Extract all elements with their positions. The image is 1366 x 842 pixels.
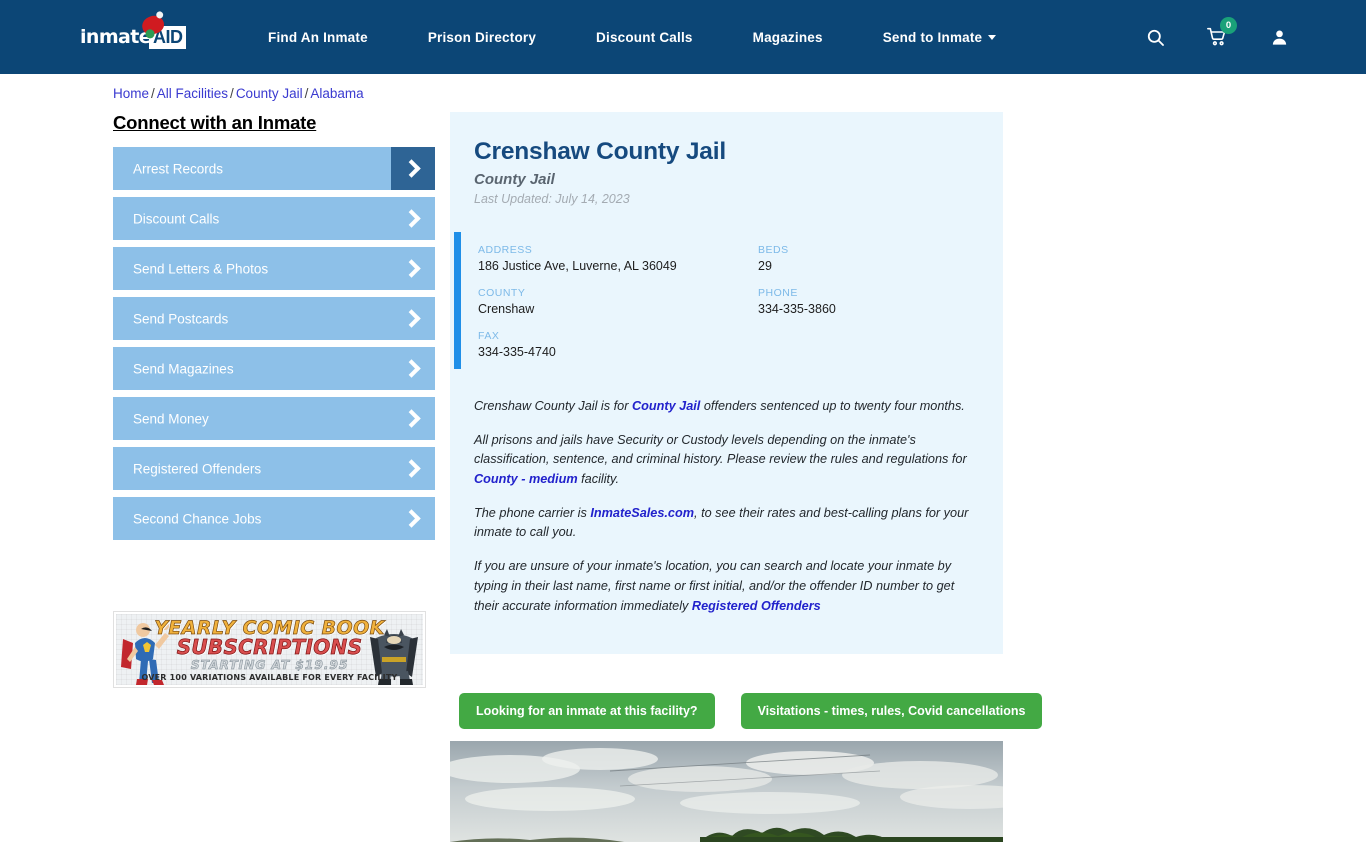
- site-header: inmate AID Find An Inmate Prison Director…: [0, 0, 1366, 74]
- main-content: Crenshaw County Jail County Jail Last Up…: [450, 112, 1003, 655]
- nav-item-find-an-inmate[interactable]: Find An Inmate: [268, 30, 368, 45]
- visitations-button[interactable]: Visitations - times, rules, Covid cancel…: [740, 693, 1043, 729]
- header-icon-group: 0: [1140, 17, 1294, 52]
- info-value: Crenshaw: [478, 302, 535, 316]
- sidebar-item-discount-calls[interactable]: Discount Calls: [113, 197, 435, 240]
- accent-bar: [454, 232, 461, 369]
- info-label: BEDS: [758, 244, 789, 256]
- info-label: COUNTY: [478, 287, 526, 299]
- user-account-icon[interactable]: [1264, 22, 1294, 52]
- chevron-right-icon: [391, 497, 435, 540]
- nav-label: Find An Inmate: [268, 29, 368, 45]
- description-paragraph: The phone carrier is InmateSales.com, to…: [474, 505, 969, 540]
- chevron-right-icon: [391, 147, 435, 190]
- facility-type: County Jail: [474, 171, 555, 188]
- sidebar-item-registered-offenders[interactable]: Registered Offenders: [113, 447, 435, 490]
- sidebar-title: Connect with an Inmate: [113, 112, 317, 133]
- chevron-right-icon: [391, 247, 435, 290]
- sidebar-item-send-letters-photos[interactable]: Send Letters & Photos: [113, 247, 435, 290]
- cart-count-badge: 0: [1220, 17, 1237, 34]
- sidebar-item-arrest-records[interactable]: Arrest Records: [113, 147, 435, 190]
- nav-item-send-to-inmate[interactable]: Send to Inmate: [883, 30, 997, 45]
- facility-card: Crenshaw County Jail County Jail Last Up…: [450, 112, 1003, 655]
- breadcrumb-item-alabama[interactable]: Alabama: [310, 86, 363, 101]
- facility-info-grid: ADDRESS 186 Justice Ave, Luverne, AL 360…: [478, 244, 1003, 373]
- chevron-right-icon: [391, 397, 435, 440]
- info-value: 29: [758, 259, 772, 273]
- page-body: Home / All Facilities / County Jail / Alabama …: [0, 74, 1366, 842]
- ad-background: YEARLY COMIC BOOK SUBSCRIPTIONS STARTING…: [116, 614, 423, 685]
- sidebar: Connect with an Inmate Arrest Records Di…: [113, 112, 435, 547]
- logo-word-inmate: inmate: [80, 25, 152, 48]
- inline-link[interactable]: County - medium: [474, 472, 578, 486]
- search-icon[interactable]: [1140, 22, 1170, 52]
- sidebar-item-second-chance-jobs[interactable]: Second Chance Jobs: [113, 497, 435, 540]
- inline-link[interactable]: County Jail: [632, 399, 700, 413]
- breadcrumb: Home / All Facilities / County Jail / Alabama: [113, 86, 364, 101]
- breadcrumb-item-home[interactable]: Home: [113, 86, 149, 101]
- ad-headline-line2: SUBSCRIPTIONS: [176, 635, 363, 660]
- sidebar-item-label: Send Postcards: [133, 311, 229, 326]
- breadcrumb-item-county-jail[interactable]: County Jail: [236, 86, 303, 101]
- inline-link[interactable]: InmateSales.com: [590, 506, 694, 520]
- info-value: 334-335-3860: [758, 302, 836, 316]
- sidebar-item-label: Discount Calls: [133, 211, 220, 226]
- main-navigation: Find An Inmate Prison Directory Discount…: [268, 30, 997, 45]
- breadcrumb-separator: /: [151, 86, 155, 101]
- nav-item-magazines[interactable]: Magazines: [753, 30, 823, 45]
- nav-label: Discount Calls: [596, 29, 693, 45]
- info-label: ADDRESS: [478, 244, 533, 256]
- ad-subtext-line: OVER 100 VARIATIONS AVAILABLE FOR EVERY …: [141, 673, 398, 682]
- sidebar-item-label: Send Money: [133, 411, 209, 426]
- info-value: 186 Justice Ave, Luverne, AL 36049: [478, 259, 677, 273]
- info-cell-fax: FAX 334-335-4740: [478, 330, 758, 359]
- chevron-right-icon: [391, 447, 435, 490]
- facility-info-block: ADDRESS 186 Justice Ave, Luverne, AL 360…: [450, 232, 1003, 387]
- nav-label: Magazines: [752, 29, 823, 45]
- info-cell-beds: BEDS 29: [758, 244, 1003, 273]
- page-title: Crenshaw County Jail: [474, 138, 726, 165]
- nav-item-discount-calls[interactable]: Discount Calls: [596, 30, 693, 45]
- chevron-right-icon: [391, 347, 435, 390]
- info-cell-empty: [758, 330, 1003, 359]
- sidebar-item-label: Arrest Records: [133, 161, 224, 176]
- sidebar-item-label: Send Magazines: [133, 361, 234, 376]
- sidebar-item-send-magazines[interactable]: Send Magazines: [113, 347, 435, 390]
- info-label: FAX: [478, 330, 500, 342]
- inline-link[interactable]: Registered Offenders: [692, 599, 821, 613]
- info-cell-phone: PHONE 334-335-3860: [758, 287, 1003, 316]
- info-cell-county: COUNTY Crenshaw: [478, 287, 758, 316]
- sidebar-item-send-postcards[interactable]: Send Postcards: [113, 297, 435, 340]
- cta-button-row: Looking for an inmate at this facility? …: [459, 693, 1043, 729]
- info-cell-address: ADDRESS 186 Justice Ave, Luverne, AL 360…: [478, 244, 758, 273]
- photo-graphic: [450, 741, 1003, 842]
- description-paragraph: Crenshaw County Jail is for County Jail …: [474, 399, 965, 413]
- sidebar-item-send-money[interactable]: Send Money: [113, 397, 435, 440]
- looking-for-inmate-button[interactable]: Looking for an inmate at this facility?: [459, 693, 715, 729]
- description-paragraph: If you are unsure of your inmate's locat…: [474, 559, 955, 613]
- chevron-right-icon: [391, 297, 435, 340]
- facility-exterior-photo: [450, 741, 1003, 842]
- chevron-down-icon: [988, 35, 997, 41]
- comic-book-subscription-ad[interactable]: YEARLY COMIC BOOK SUBSCRIPTIONS STARTING…: [113, 611, 426, 688]
- breadcrumb-separator: /: [304, 86, 309, 101]
- shopping-cart-icon[interactable]: 0: [1202, 17, 1237, 52]
- ad-price-line: STARTING AT $19.95: [190, 657, 349, 673]
- nav-label: Prison Directory: [427, 29, 537, 45]
- sidebar-item-label: Registered Offenders: [133, 461, 262, 476]
- nav-item-prison-directory[interactable]: Prison Directory: [428, 30, 536, 45]
- sidebar-item-label: Send Letters & Photos: [133, 261, 269, 276]
- site-logo[interactable]: inmate AID: [80, 13, 190, 54]
- info-value: 334-335-4740: [478, 345, 556, 359]
- description-paragraph: All prisons and jails have Security or C…: [474, 432, 967, 487]
- breadcrumb-separator: /: [230, 86, 234, 101]
- nav-label: Send to Inmate: [882, 29, 983, 45]
- last-updated-text: Last Updated: July 14, 2023: [474, 192, 630, 206]
- info-label: PHONE: [758, 287, 798, 299]
- breadcrumb-item-all-facilities[interactable]: All Facilities: [157, 86, 228, 101]
- facility-description: Crenshaw County Jail is for County Jail …: [450, 387, 1003, 616]
- sidebar-item-label: Second Chance Jobs: [133, 511, 262, 526]
- chevron-right-icon: [391, 197, 435, 240]
